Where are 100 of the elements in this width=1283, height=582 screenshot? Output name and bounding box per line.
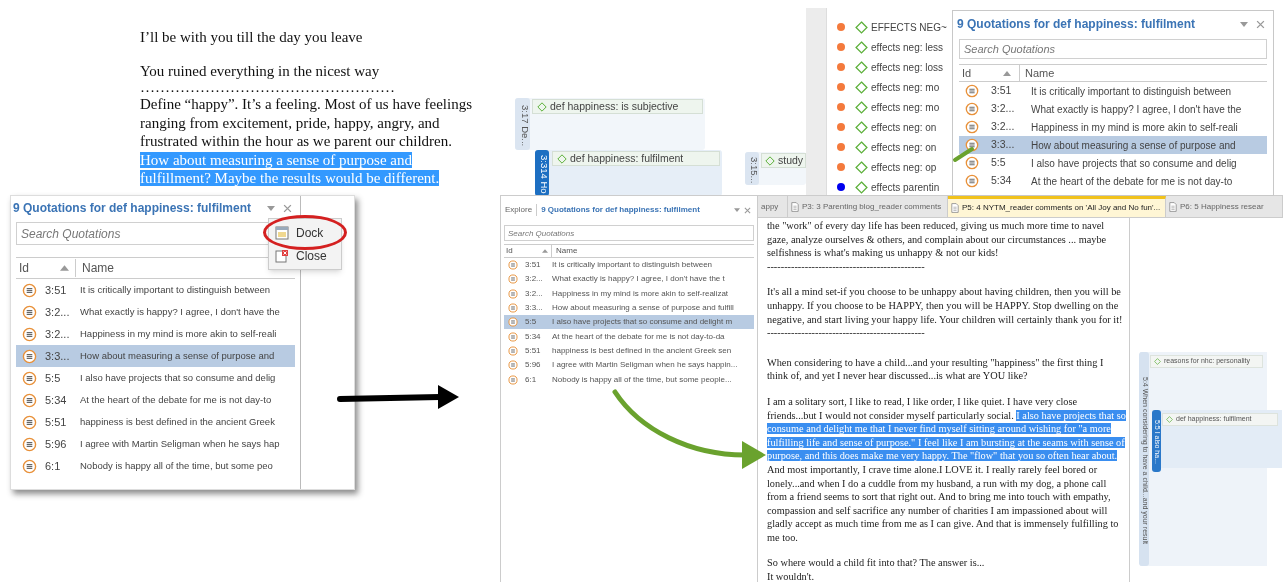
quotation-bar[interactable]: 3:17 De... — [515, 98, 530, 150]
dropdown-icon[interactable] — [267, 205, 275, 211]
code-tag[interactable]: study — [761, 153, 806, 168]
document-tab[interactable]: P3: 3 Parenting blog_reader comments — [788, 196, 948, 217]
quotation-row[interactable]: 3:51 It is critically important to distinguish between — [959, 82, 1267, 100]
tab-label: appy — [761, 200, 779, 213]
sort-arrow-icon[interactable] — [1003, 70, 1011, 76]
code-item[interactable]: effects neg: on — [827, 117, 952, 137]
quotation-row[interactable]: 5:51 happiness is best defined in the ancient Greek sen — [504, 343, 754, 359]
quotation-row[interactable]: 5:96 I agree with Martin Seligman when he says hap — [16, 433, 295, 455]
menu-item[interactable]: Close — [269, 244, 341, 267]
quotation-row[interactable]: 3:2... Happiness in my mind is more akin to self-reali — [959, 118, 1267, 136]
quotation-text: How about measuring a sense of purpose and — [1031, 138, 1236, 153]
quotation-icon — [508, 374, 518, 385]
paragraph: ---------------------------------------------- — [767, 259, 926, 274]
paragraph: It's all a mind set-if you choose to be unhappy about having children, then you will be unhappy. If you choose to be HAPPY, then you will be HAPPY. Stop dwelling on the negative, and start living your happy life. Your children will certainly thank you for it! — [767, 285, 1124, 327]
search-field[interactable]: Search Quotations — [959, 39, 1267, 59]
paragraph: ---------------------------------------------- — [767, 326, 926, 340]
quotation-icon — [965, 84, 979, 98]
quotation-bar[interactable]: 3:15... — [745, 152, 759, 185]
quotation-text: happiness is best defined in the ancient Greek sen — [552, 344, 732, 357]
quotation-row[interactable]: 5:5 I also have projects that so consume and delight m — [504, 315, 754, 330]
close-icon[interactable] — [744, 206, 751, 214]
column-header[interactable]: Id — [504, 245, 542, 257]
quotation-row[interactable]: 3:3... How about measuring a sense of purpose and — [16, 345, 295, 367]
quotation-id: 3:3... — [990, 137, 1016, 153]
sort-arrow-icon[interactable] — [60, 265, 69, 271]
diamond-icon — [537, 101, 547, 112]
panel-title: 9 Quotations for def happiness: fulfilment — [13, 200, 251, 217]
diamond-icon — [765, 155, 775, 166]
quotation-row[interactable]: 3:2... Happiness in my mind is more akin to self-realizat — [504, 286, 754, 301]
panel-title: 9 Quotations for def happiness: fulfilment — [541, 204, 700, 216]
code-label: effects neg: less — [871, 40, 944, 55]
quotation-row[interactable]: 3:2... Happiness in my mind is more akin to self-reali — [16, 323, 295, 345]
quotation-row[interactable]: 5:51 happiness is best defined in the ancient Greek — [16, 411, 295, 433]
quotation-id: 5:96 — [44, 436, 68, 452]
quotation-row[interactable]: 5:5 I also have projects that so consume and delig — [959, 154, 1267, 172]
quotation-row[interactable]: 5:96 I agree with Martin Seligman when he says happin... — [504, 358, 754, 373]
code-label: effects neg: loss — [871, 60, 944, 75]
paragraph: So where would a child fit into that? The answer is... — [767, 556, 986, 571]
quotation-text: I agree with Martin Seligman when he says hap — [80, 436, 280, 451]
quotation-row[interactable]: 5:5 I also have projects that so consume and delig — [16, 367, 295, 389]
document-tab[interactable]: P6: 5 Happiness resear — [1166, 196, 1283, 217]
quotation-id: 5:5 — [524, 316, 538, 329]
document-tab[interactable]: P5: 4 NYTM_reader comments on 'All Joy and No fun'... — [948, 196, 1166, 217]
quotation-row[interactable]: 3:2... What exactly is happy? I agree, I don't have the t — [504, 272, 754, 287]
quotation-icon — [22, 458, 37, 474]
panel-tab[interactable]: Explore — [505, 204, 533, 216]
column-header[interactable]: Name — [551, 245, 578, 257]
code-item[interactable]: effects neg: op — [827, 157, 952, 177]
close-icon[interactable] — [283, 203, 292, 213]
quotation-row[interactable]: 5:34 At the heart of the debate for me is not day-to-da — [504, 329, 754, 344]
diamond-icon — [1166, 416, 1173, 423]
diamond-icon — [855, 120, 868, 134]
dropdown-icon[interactable] — [1240, 21, 1248, 27]
quotation-row[interactable]: 3:51 It is critically important to distinguish between — [504, 258, 754, 273]
quotation-bar[interactable]: 3:314 Ho — [535, 150, 549, 196]
quotation-icon — [508, 260, 518, 271]
code-label: effects neg: on — [871, 120, 937, 135]
code-item[interactable]: effects parentin — [827, 177, 952, 197]
quotation-row[interactable]: 6:1 Nobody is happy all of the time, but some peo — [16, 455, 295, 477]
code-tag[interactable]: def happiness: is subjective — [532, 99, 703, 114]
quotation-row[interactable]: 6:1 Nobody is happy all of the time, but some people... — [504, 372, 754, 387]
quotation-icon — [508, 345, 518, 356]
column-header[interactable]: Id — [16, 259, 60, 277]
quotation-row[interactable]: 3:2... What exactly is happy? I agree, I don't have the — [959, 100, 1267, 118]
quotation-id: 5:5 — [44, 370, 62, 386]
quotation-row[interactable]: 3:3... How about measuring a sense of purpose and — [959, 136, 1267, 154]
quotation-text: I also have projects that so consume and delig — [1031, 156, 1237, 171]
code-item[interactable]: effects neg: loss — [827, 57, 952, 77]
column-header[interactable]: Id — [959, 64, 1003, 82]
paragraph: the "work" of every day life has been reduced, giving us much more time to navel gaze, analyze ourselves & others, and complain about our circumstances ... maybe selfishness is what's making us unhappy & not our kids! — [767, 219, 1108, 260]
column-header[interactable]: Name — [1019, 64, 1055, 82]
quotation-row[interactable]: 3:51 It is critically important to distinguish between — [16, 279, 295, 301]
code-item[interactable]: EFFECTS NEG~ — [827, 17, 952, 37]
quotation-id: 3:2... — [44, 326, 71, 342]
quotation-icon — [508, 274, 518, 285]
code-item[interactable]: effects neg: mo — [827, 97, 952, 117]
quotation-text: It is critically important to distinguish between — [80, 282, 271, 297]
code-item[interactable]: effects neg: mo — [827, 77, 952, 97]
column-header[interactable]: Name — [75, 259, 114, 277]
code-tag[interactable]: def happiness: fulfilment — [552, 151, 720, 166]
quotation-row[interactable]: 3:2... What exactly is happy? I agree, I don't have the — [16, 301, 295, 323]
code-item[interactable]: effects neg: less — [827, 37, 952, 57]
document-tab[interactable]: appy — [758, 196, 788, 217]
tab-label: P5: 4 NYTM_reader comments on 'All Joy and No fun'... — [962, 202, 1161, 214]
search-field[interactable]: Search Quotations — [504, 225, 754, 241]
dropdown-icon[interactable] — [734, 208, 740, 212]
quotation-id: 3:51 — [524, 259, 542, 272]
quotation-icon — [22, 326, 37, 342]
quotation-row[interactable]: 3:3... How about measuring a sense of purpose and fulfill — [504, 300, 754, 316]
quotation-row[interactable]: 5:34 At the heart of the debate for me is not day-to — [959, 172, 1267, 190]
code-item[interactable]: effects neg: on — [827, 137, 952, 157]
code-label: EFFECTS NEG~ — [871, 20, 947, 35]
quotation-icon — [508, 331, 518, 342]
quotation-row[interactable]: 5:34 At the heart of the debate for me is not day-to — [16, 389, 295, 411]
close-icon[interactable] — [1256, 19, 1265, 29]
quotation-icon — [22, 370, 37, 386]
code-label: study — [778, 152, 804, 168]
sort-arrow-icon[interactable] — [542, 249, 548, 253]
